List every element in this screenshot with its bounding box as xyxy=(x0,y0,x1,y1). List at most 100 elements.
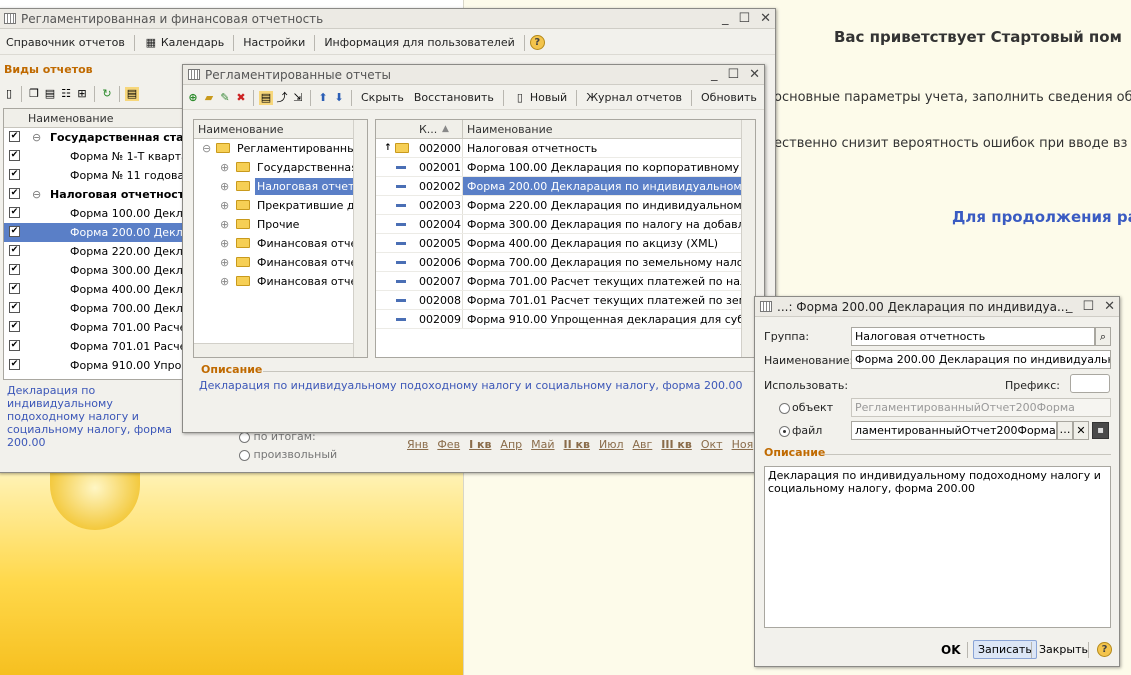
hierarchy-icon[interactable]: ▤ xyxy=(125,87,139,101)
list-item[interactable]: ✔ Форма 100.00 Деклар xyxy=(4,204,193,223)
radio-object[interactable] xyxy=(779,402,790,414)
maximize-icon[interactable]: ☐ xyxy=(738,9,750,28)
stack-icon[interactable]: ▤ xyxy=(43,87,57,101)
tree-scrollbar[interactable] xyxy=(353,120,367,357)
close-icon[interactable]: ✕ xyxy=(749,65,760,84)
list-item[interactable]: ✔ Форма 910.00 Упрощ xyxy=(4,356,193,375)
hide-button[interactable]: Скрыть xyxy=(357,89,408,107)
restore-button[interactable]: Восстановить xyxy=(410,89,498,107)
checkbox[interactable]: ✔ xyxy=(9,264,20,275)
table-row[interactable]: ↑ 002000 Налоговая отчетность xyxy=(376,139,755,158)
checkbox[interactable]: ✔ xyxy=(9,169,20,180)
month-link[interactable]: Апр xyxy=(500,438,522,451)
expand-icon[interactable]: ⊕ xyxy=(220,158,229,177)
object-option[interactable]: объект xyxy=(779,401,833,414)
new-button[interactable]: ▯ Новый xyxy=(509,89,571,107)
month-link[interactable]: Май xyxy=(531,438,554,451)
tree-item[interactable]: ⊕ Государственная с xyxy=(194,158,367,177)
menu-settings[interactable]: Настройки xyxy=(239,34,309,52)
add-icon[interactable]: ⊕ xyxy=(186,91,200,105)
tree-hscrollbar[interactable] xyxy=(194,343,353,357)
help-icon[interactable]: ? xyxy=(529,35,545,50)
maximize-icon[interactable]: ☐ xyxy=(727,65,739,84)
checkbox[interactable]: ✔ xyxy=(9,302,20,313)
collapse-icon[interactable]: ⊖ xyxy=(202,139,211,158)
tree-item[interactable]: ⊕ Финансовая отчет xyxy=(194,253,367,272)
month-link[interactable]: II кв xyxy=(564,438,590,451)
expand-icon[interactable]: ⊕ xyxy=(220,272,229,291)
prefix-field[interactable] xyxy=(1070,374,1110,393)
list-item[interactable]: ✔ Форма № 1-Т квартал xyxy=(4,147,193,166)
minimize-icon[interactable]: _ xyxy=(711,65,718,84)
select-icon[interactable]: ⇲ xyxy=(291,91,305,105)
table-row[interactable]: 002008 Форма 701.01 Расчет текущих платеж… xyxy=(376,291,755,310)
month-link[interactable]: Июл xyxy=(599,438,624,451)
radio-by-totals[interactable] xyxy=(239,431,250,443)
level-up-icon[interactable]: ⤴ xyxy=(275,91,289,105)
file-field[interactable]: ламентированныйОтчет200Форма.erf xyxy=(851,421,1057,440)
name-field[interactable]: Форма 200.00 Декларация по индивидуально… xyxy=(851,350,1111,369)
menu-calendar[interactable]: ▦ Календарь xyxy=(140,34,228,52)
collapse-icon[interactable]: ⊖ xyxy=(32,185,41,204)
table-row[interactable]: 002009 Форма 910.00 Упрощенная декларация… xyxy=(376,310,755,329)
edit-icon[interactable]: ✎ xyxy=(218,91,232,105)
month-link[interactable]: I кв xyxy=(469,438,491,451)
tree-item[interactable]: ⊕ Налоговая отчетн xyxy=(194,177,367,196)
refresh-button[interactable]: Обновить xyxy=(697,89,761,107)
list-item[interactable]: ✔ Форма 400.00 Деклар xyxy=(4,280,193,299)
continue-link[interactable]: Для продолжения ра xyxy=(952,208,1131,226)
help-icon[interactable]: ? xyxy=(1097,642,1112,657)
menu-user-info[interactable]: Информация для пользователей xyxy=(320,34,518,52)
table-row[interactable]: 002004 Форма 300.00 Декларация по налогу … xyxy=(376,215,755,234)
minimize-icon[interactable]: _ xyxy=(1066,297,1073,316)
month-link[interactable]: III кв xyxy=(661,438,692,451)
list-item[interactable]: ✔ Форма 300.00 Деклар xyxy=(4,261,193,280)
journal-button[interactable]: Журнал отчетов xyxy=(582,89,686,107)
list-item[interactable]: ✔ Форма 701.00 Расчет xyxy=(4,318,193,337)
arrow-down-icon[interactable]: ⬇ xyxy=(332,91,346,105)
list-item[interactable]: ✔ ⊖ Государственная стат xyxy=(4,128,193,147)
checkbox[interactable]: ✔ xyxy=(9,226,20,237)
close-icon[interactable]: ✕ xyxy=(760,9,771,28)
list-item[interactable]: ✔ ⊖ Налоговая отчетность xyxy=(4,185,193,204)
list-item[interactable]: ✔ Форма 220.00 Деклар xyxy=(4,242,193,261)
new-doc-icon[interactable]: ▯ xyxy=(2,87,16,101)
expand-icon[interactable]: ⊕ xyxy=(220,253,229,272)
refresh-icon[interactable]: ↻ xyxy=(100,87,114,101)
table-row[interactable]: 002003 Форма 220.00 Декларация по индивид… xyxy=(376,196,755,215)
tree-item[interactable]: ⊕ Финансовая отчет xyxy=(194,272,367,291)
hierarchy-icon[interactable]: ▤ xyxy=(259,90,273,105)
month-link[interactable]: Ноя xyxy=(732,438,754,451)
menu-report-directory[interactable]: Справочник отчетов xyxy=(2,34,129,52)
close-button[interactable]: Закрыть xyxy=(1039,643,1088,656)
checkbox[interactable]: ✔ xyxy=(9,359,20,370)
tree-icon[interactable]: ☷ xyxy=(59,87,73,101)
expand-icon[interactable]: ⊕ xyxy=(220,177,229,196)
delete-icon[interactable]: ✖ xyxy=(234,91,248,105)
checkbox[interactable]: ✔ xyxy=(9,340,20,351)
tree-add-icon[interactable]: ⊞ xyxy=(75,87,89,101)
tree-item[interactable]: ⊕ Финансовая отчет xyxy=(194,234,367,253)
expand-icon[interactable]: ⊕ xyxy=(220,234,229,253)
save-button[interactable]: Записать xyxy=(973,640,1037,659)
list-item[interactable]: ✔ Форма № 11 годовая xyxy=(4,166,193,185)
table-row[interactable]: 002007 Форма 701.00 Расчет текущих платеж… xyxy=(376,272,755,291)
search-icon[interactable]: ⌕ xyxy=(1095,327,1111,346)
add-folder-icon[interactable]: ▰ xyxy=(202,91,216,105)
list-scrollbar[interactable] xyxy=(741,120,755,357)
checkbox[interactable]: ✔ xyxy=(9,283,20,294)
close-icon[interactable]: ✕ xyxy=(1104,297,1115,316)
checkbox[interactable]: ✔ xyxy=(9,188,20,199)
table-row[interactable]: 002001 Форма 100.00 Декларация по корпора… xyxy=(376,158,755,177)
tree-header[interactable]: Наименование xyxy=(194,120,367,139)
table-row[interactable]: 002005 Форма 400.00 Декларация по акцизу … xyxy=(376,234,755,253)
maximize-icon[interactable]: ☐ xyxy=(1082,297,1094,316)
expand-icon[interactable]: ⊕ xyxy=(220,196,229,215)
month-link[interactable]: Авг xyxy=(633,438,653,451)
group-field[interactable]: Налоговая отчетность xyxy=(851,327,1095,346)
list-item[interactable]: ✔ Форма 701.01 Расчет xyxy=(4,337,193,356)
radio-arbitrary[interactable] xyxy=(239,449,250,461)
column-header-name[interactable]: Наименование xyxy=(462,120,552,138)
clear-icon[interactable]: ✕ xyxy=(1073,421,1089,440)
collapse-icon[interactable]: ⊖ xyxy=(32,128,41,147)
